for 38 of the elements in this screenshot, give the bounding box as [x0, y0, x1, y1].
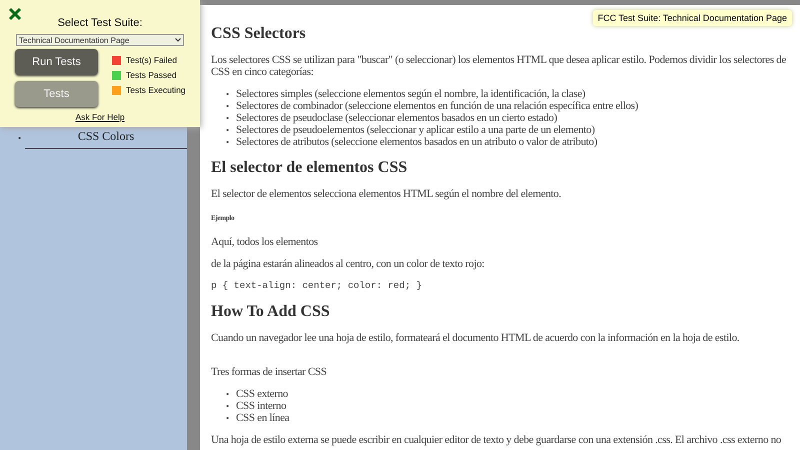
bullet: • — [18, 133, 22, 143]
run-tests-button[interactable]: Run Tests — [15, 49, 98, 75]
section-heading: CSS Selectors — [211, 24, 307, 44]
list-item: Selectores de pseudoelementos (seleccionar y aplicar estilo a una parte de un elemento) — [236, 124, 595, 136]
section-heading: El selector de elementos CSS — [211, 158, 408, 178]
paragraph: El selector de elementos selecciona elementos HTML según el nombre del elemento. — [211, 188, 562, 200]
list-item: Selectores simples (seleccione elementos según el nombre, la identificación, la clase) — [236, 88, 586, 100]
suite-badge: FCC Test Suite: Technical Documentation Page — [592, 10, 792, 26]
legend-label: Test(s) Failed — [126, 55, 178, 65]
legend-label: Tests Passed — [126, 70, 177, 80]
bullet: • — [226, 412, 230, 424]
list-item: CSS en línea — [236, 412, 290, 424]
legend-label: Tests Executing — [126, 85, 186, 95]
list-item: CSS externo — [236, 388, 288, 400]
bullet: • — [226, 88, 230, 100]
paragraph: Cuando un navegador lee una hoja de estilo, formateará el documento HTML de acuerdo con la información en la hoja de estilo. — [211, 332, 740, 344]
bullet: • — [226, 136, 230, 148]
paragraph: Los selectores CSS se utilizan para "buscar" (o seleccionar) los elementos HTML que desea aplicar estilo. Podemos dividir los selectores de CSS en cinco categorías: — [211, 54, 788, 78]
paragraph: Aquí, todos los elementos — [211, 236, 319, 248]
bullet: • — [226, 124, 230, 136]
suite-select[interactable]: Technical Documentation Page — [16, 34, 184, 46]
bullet: • — [226, 388, 230, 400]
list-item: CSS interno — [236, 400, 286, 412]
list-item: Selectores de atributos (seleccione elementos basados en un atributo o valor de atributo) — [236, 136, 598, 148]
chevron-down-icon — [175, 38, 181, 42]
code-line: p { text-align: center; color: red; } — [211, 280, 423, 292]
bullet: • — [226, 400, 230, 412]
paragraph: de la página estarán alineados al centro, con un color de texto rojo: — [211, 258, 486, 270]
section-heading: How To Add CSS — [211, 302, 331, 322]
paragraph: Una hoja de estilo externa se puede escribir en cualquier editor de texto y debe guardarse con una extensión .css. El archivo .css externo no — [211, 434, 782, 446]
close-icon[interactable] — [8, 7, 22, 21]
help-link[interactable]: Ask For Help — [75, 112, 125, 122]
panel-title: Select Test Suite: — [58, 17, 142, 29]
paragraph: Tres formas de insertar CSS — [211, 366, 328, 378]
list-item: Selectores de pseudoclase (seleccionar elementos basados en un cierto estado) — [236, 112, 558, 124]
list-item: Selectores de combinador (seleccione elementos en función de una relación específica entre ellos) — [236, 100, 638, 112]
bullet: • — [226, 112, 230, 124]
bullet: • — [226, 100, 230, 112]
